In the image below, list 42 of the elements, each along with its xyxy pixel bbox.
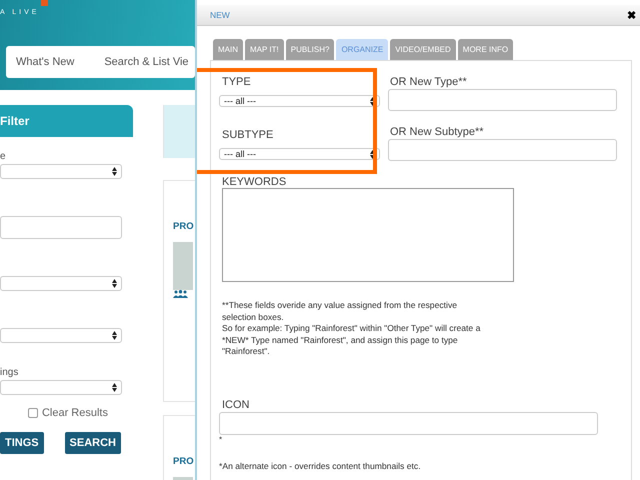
filter-header: Filter xyxy=(0,105,133,137)
photo-placeholder xyxy=(173,242,193,290)
keywords-textarea[interactable] xyxy=(222,188,514,282)
settings-button[interactable]: TINGS xyxy=(0,432,44,454)
updown-arrows-icon xyxy=(112,167,117,176)
updown-arrows-icon xyxy=(112,331,117,340)
logo-icon xyxy=(41,0,48,6)
icon-field[interactable] xyxy=(219,412,598,434)
text-field[interactable] xyxy=(388,89,617,111)
field-label: SUBTYPE xyxy=(222,128,274,142)
field-label: OR New Subtype** xyxy=(390,125,485,139)
field-label: TYPE xyxy=(222,75,252,89)
dialog-title: NEW xyxy=(210,10,230,20)
text-field[interactable] xyxy=(388,139,617,161)
updown-arrows-icon xyxy=(370,96,375,106)
select-field[interactable] xyxy=(0,164,122,179)
result-title[interactable]: PRO xyxy=(173,221,194,232)
result-title[interactable]: PRO xyxy=(173,456,194,467)
field-label: ICON xyxy=(222,398,250,412)
text-field[interactable] xyxy=(0,216,122,239)
updown-arrows-icon xyxy=(370,150,375,158)
select-field[interactable]: --- all --- xyxy=(219,148,380,160)
select-field[interactable]: --- all --- xyxy=(219,95,380,107)
field-label: KEYWORDS xyxy=(222,175,288,189)
required-mark: * xyxy=(219,434,224,444)
select-field[interactable] xyxy=(0,380,122,395)
nav-link[interactable]: Search & List Vie xyxy=(104,56,189,68)
checkbox-label: Clear Results xyxy=(42,407,108,419)
field-label: OR New Type** xyxy=(390,75,468,89)
nav-link[interactable]: What's New xyxy=(16,56,74,68)
people-icon xyxy=(173,290,188,298)
checkbox[interactable] xyxy=(28,408,38,418)
field-label: e xyxy=(0,151,7,164)
search-button[interactable]: SEARCH xyxy=(64,432,121,454)
help-text: *An alternate icon - overrides content thumbnails etc. xyxy=(219,460,422,470)
help-note: **These fields overide any value assigned from the respective selection boxes. So for example: Typing "Rainforest" within "Other Type" will create a *NEW* Type named "Rainforest", and assign this page to type "Rainforest". xyxy=(222,300,482,358)
updown-arrows-icon xyxy=(112,383,117,392)
close-button[interactable]: ✖ xyxy=(627,8,636,22)
field-label: ings xyxy=(0,367,20,380)
updown-arrows-icon xyxy=(112,279,117,288)
select-field[interactable] xyxy=(0,276,122,291)
select-field[interactable] xyxy=(0,328,122,343)
